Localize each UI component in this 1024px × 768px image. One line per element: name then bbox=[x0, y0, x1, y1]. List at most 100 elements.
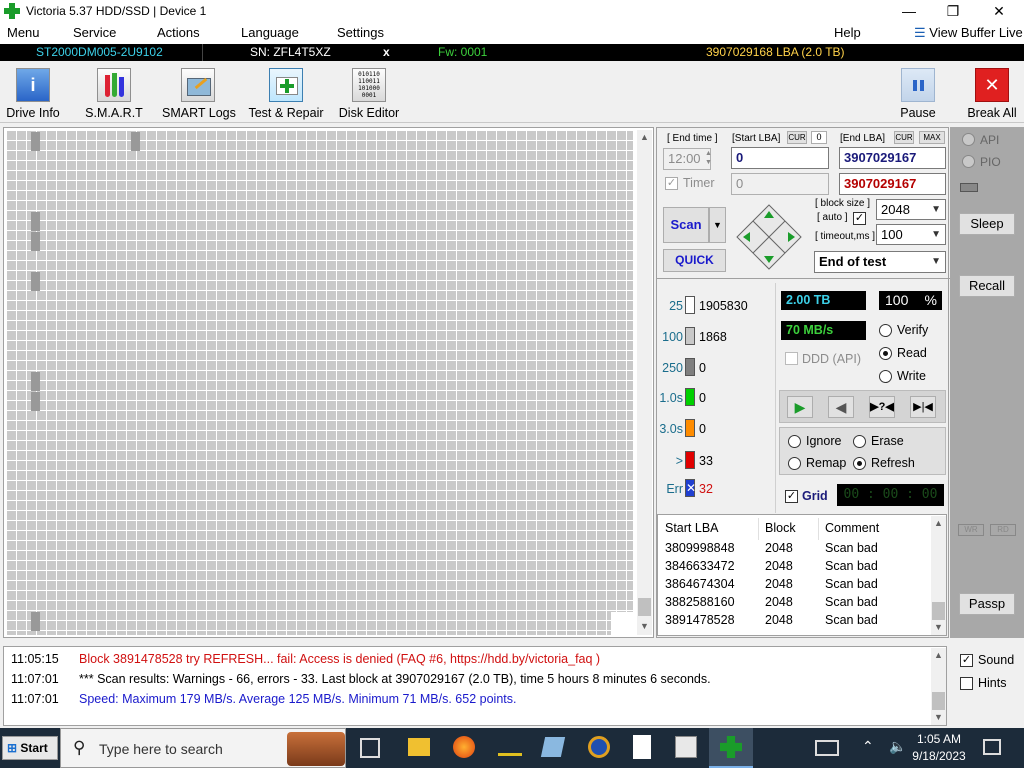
auto-checkbox[interactable]: ✓ bbox=[853, 212, 866, 225]
smart-logs-button[interactable]: SMART Logs bbox=[162, 65, 236, 121]
block-size-select[interactable]: 2048 ▼ bbox=[876, 199, 946, 220]
table-row[interactable]: 3882588160 2048 Scan bad bbox=[658, 594, 928, 612]
ignore-radio[interactable] bbox=[788, 435, 801, 448]
minimize-button[interactable]: — bbox=[886, 0, 932, 23]
close-button[interactable]: ✕ bbox=[976, 0, 1022, 23]
column-header-comment[interactable]: Comment bbox=[825, 521, 879, 535]
clock-date[interactable]: 9/18/2023 bbox=[910, 749, 968, 763]
end-lba-field-2[interactable]: 3907029167 bbox=[839, 173, 946, 195]
end-lba-field[interactable]: 3907029167 bbox=[839, 147, 946, 169]
menu-item-service[interactable]: Service bbox=[73, 25, 116, 40]
verify-label[interactable]: Verify bbox=[897, 323, 928, 337]
column-header-start-lba[interactable]: Start LBA bbox=[665, 521, 719, 535]
grid-checkbox[interactable]: ✓ bbox=[785, 490, 798, 503]
smart-button[interactable]: S.M.A.R.T bbox=[82, 65, 146, 121]
erase-label[interactable]: Erase bbox=[871, 434, 904, 448]
document-icon[interactable] bbox=[633, 735, 651, 759]
test-repair-button[interactable]: Test & Repair bbox=[246, 65, 326, 121]
end-of-test-select[interactable]: End of test ▼ bbox=[814, 251, 946, 273]
grid-label[interactable]: Grid bbox=[802, 489, 828, 503]
pio-radio[interactable] bbox=[962, 155, 975, 168]
write-radio[interactable] bbox=[879, 370, 892, 383]
menu-item-settings[interactable]: Settings bbox=[337, 25, 384, 40]
scroll-up-icon[interactable]: ▲ bbox=[931, 516, 946, 531]
start-button[interactable]: ⊞ Start bbox=[2, 736, 58, 760]
column-header-block[interactable]: Block bbox=[765, 521, 796, 535]
speaker-icon[interactable]: 🔈 bbox=[889, 738, 906, 755]
table-row[interactable]: 3809998848 2048 Scan bad bbox=[658, 540, 928, 558]
refresh-label[interactable]: Refresh bbox=[871, 456, 915, 470]
start-lba-field[interactable]: 0 bbox=[731, 147, 829, 169]
break-all-button[interactable]: ✕ Break All bbox=[966, 65, 1018, 121]
notepad-icon[interactable] bbox=[540, 737, 566, 757]
taskbar-search[interactable]: ⚲ Type here to search bbox=[60, 728, 346, 768]
scroll-up-icon[interactable]: ▲ bbox=[931, 648, 946, 663]
task-manager-icon[interactable] bbox=[675, 736, 697, 758]
end-time-spinner[interactable]: ▲ ▼ bbox=[705, 149, 712, 167]
disk-editor-button[interactable]: 010110 110011 101000 0001 Disk Editor bbox=[338, 65, 400, 121]
seek-unknown-icon[interactable]: ▶?◀ bbox=[869, 396, 895, 418]
table-row[interactable]: 3891478528 2048 Scan bad bbox=[658, 612, 928, 630]
direction-pad-icon[interactable] bbox=[735, 203, 803, 271]
scroll-down-icon[interactable]: ▼ bbox=[931, 620, 946, 635]
start-cur-button[interactable]: CUR bbox=[787, 131, 807, 144]
table-row[interactable]: 3864674304 2048 Scan bad bbox=[658, 576, 928, 594]
timeout-select[interactable]: 100 ▼ bbox=[876, 224, 946, 245]
erase-radio[interactable] bbox=[853, 435, 866, 448]
hints-label[interactable]: Hints bbox=[978, 676, 1006, 690]
firefox-icon[interactable] bbox=[453, 736, 475, 758]
menu-item-menu[interactable]: Menu bbox=[7, 25, 40, 40]
remap-label[interactable]: Remap bbox=[806, 456, 846, 470]
scroll-down-icon[interactable]: ▼ bbox=[931, 710, 946, 725]
log-scrollbar[interactable]: ▲ ▼ bbox=[931, 648, 946, 725]
skip-ends-icon[interactable]: ▶|◀ bbox=[910, 396, 936, 418]
scroll-thumb[interactable] bbox=[932, 602, 945, 620]
file-explorer-icon[interactable] bbox=[408, 738, 430, 756]
end-time-field[interactable]: 12:00 bbox=[663, 148, 711, 170]
scroll-up-icon[interactable]: ▲ bbox=[637, 130, 652, 145]
remap-radio[interactable] bbox=[788, 457, 801, 470]
sleep-button[interactable]: Sleep bbox=[959, 213, 1015, 235]
menu-item-help[interactable]: Help bbox=[834, 25, 861, 40]
pause-button[interactable]: Pause bbox=[896, 65, 940, 121]
grid-scrollbar[interactable]: ▲ ▼ bbox=[637, 130, 652, 635]
quick-button[interactable]: QUICK bbox=[663, 249, 726, 272]
task-view-icon[interactable] bbox=[360, 738, 380, 758]
chevron-up-icon[interactable]: ⌃ bbox=[862, 738, 874, 755]
notification-icon[interactable] bbox=[983, 739, 1001, 755]
scroll-thumb[interactable] bbox=[932, 692, 945, 710]
close-drive-button[interactable]: x bbox=[383, 45, 390, 59]
verify-radio[interactable] bbox=[879, 324, 892, 337]
headset-app-icon[interactable] bbox=[588, 736, 610, 758]
chart-app-icon[interactable] bbox=[498, 738, 522, 756]
api-label[interactable]: API bbox=[980, 133, 999, 147]
write-label[interactable]: Write bbox=[897, 369, 926, 383]
keyboard-icon[interactable] bbox=[815, 740, 839, 756]
menu-item-language[interactable]: Language bbox=[241, 25, 299, 40]
scan-dropdown-icon[interactable]: ▼ bbox=[709, 207, 726, 243]
scroll-down-icon[interactable]: ▼ bbox=[637, 619, 652, 634]
ddd-checkbox[interactable] bbox=[785, 352, 798, 365]
read-label[interactable]: Read bbox=[897, 346, 927, 360]
ignore-label[interactable]: Ignore bbox=[806, 434, 841, 448]
passp-button[interactable]: Passp bbox=[959, 593, 1015, 615]
scroll-thumb[interactable] bbox=[638, 598, 651, 616]
refresh-radio[interactable] bbox=[853, 457, 866, 470]
table-scrollbar[interactable]: ▲ ▼ bbox=[931, 516, 946, 635]
victoria-taskbar-button[interactable] bbox=[709, 728, 753, 768]
hints-checkbox[interactable] bbox=[960, 677, 973, 690]
menu-item-actions[interactable]: Actions bbox=[157, 25, 200, 40]
scan-button[interactable]: Scan bbox=[663, 207, 709, 243]
drive-info-button[interactable]: i Drive Info bbox=[4, 65, 62, 121]
sound-checkbox[interactable]: ✓ bbox=[960, 654, 973, 667]
pio-label[interactable]: PIO bbox=[980, 155, 1001, 169]
rewind-icon[interactable]: ◀ bbox=[828, 396, 854, 418]
end-cur-button[interactable]: CUR bbox=[894, 131, 914, 144]
maximize-button[interactable]: ❐ bbox=[930, 0, 976, 23]
drive-model[interactable]: ST2000DM005-2U9102 bbox=[36, 45, 163, 59]
end-max-button[interactable]: MAX bbox=[919, 131, 945, 144]
timer-field[interactable]: 0 bbox=[731, 173, 829, 195]
read-radio[interactable] bbox=[879, 347, 892, 360]
view-buffer-live[interactable]: ☰ View Buffer Live bbox=[914, 25, 1023, 41]
play-icon[interactable]: ▶ bbox=[787, 396, 813, 418]
